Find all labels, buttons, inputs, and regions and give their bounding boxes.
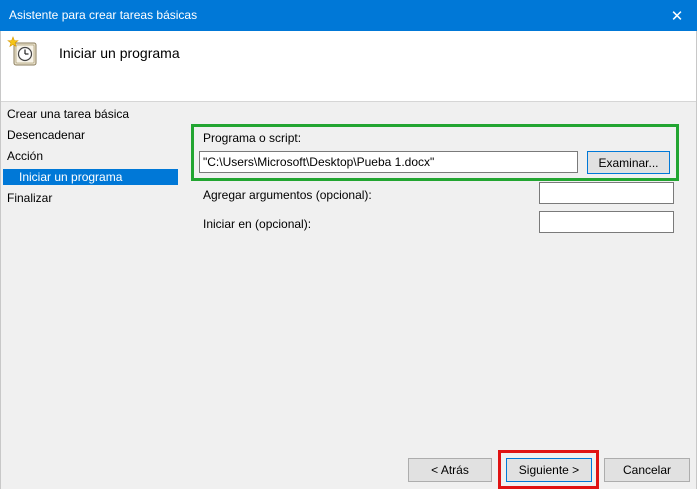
task-scheduler-icon <box>7 36 37 66</box>
step-create-task[interactable]: Crear una tarea básica <box>7 106 129 122</box>
step-trigger[interactable]: Desencadenar <box>7 127 85 143</box>
close-icon: ✕ <box>670 7 684 25</box>
step-start-program[interactable]: Iniciar un programa <box>3 169 178 185</box>
step-action[interactable]: Acción <box>7 148 43 164</box>
next-highlight-box <box>498 450 599 489</box>
arguments-label: Agregar argumentos (opcional): <box>203 188 372 202</box>
wizard-header: Iniciar un programa <box>0 31 697 102</box>
cancel-button[interactable]: Cancelar <box>604 458 690 482</box>
start-in-input[interactable] <box>539 211 674 233</box>
back-button[interactable]: < Atrás <box>408 458 492 482</box>
window-border-left <box>0 31 1 489</box>
title-bar: Asistente para crear tareas básicas ✕ <box>0 0 697 31</box>
arguments-input[interactable] <box>539 182 674 204</box>
window-title: Asistente para crear tareas básicas <box>9 8 198 22</box>
close-button[interactable]: ✕ <box>657 0 697 31</box>
program-highlight-box <box>191 124 679 181</box>
step-finish[interactable]: Finalizar <box>7 190 52 206</box>
start-in-label: Iniciar en (opcional): <box>203 217 312 231</box>
page-title: Iniciar un programa <box>59 45 180 61</box>
